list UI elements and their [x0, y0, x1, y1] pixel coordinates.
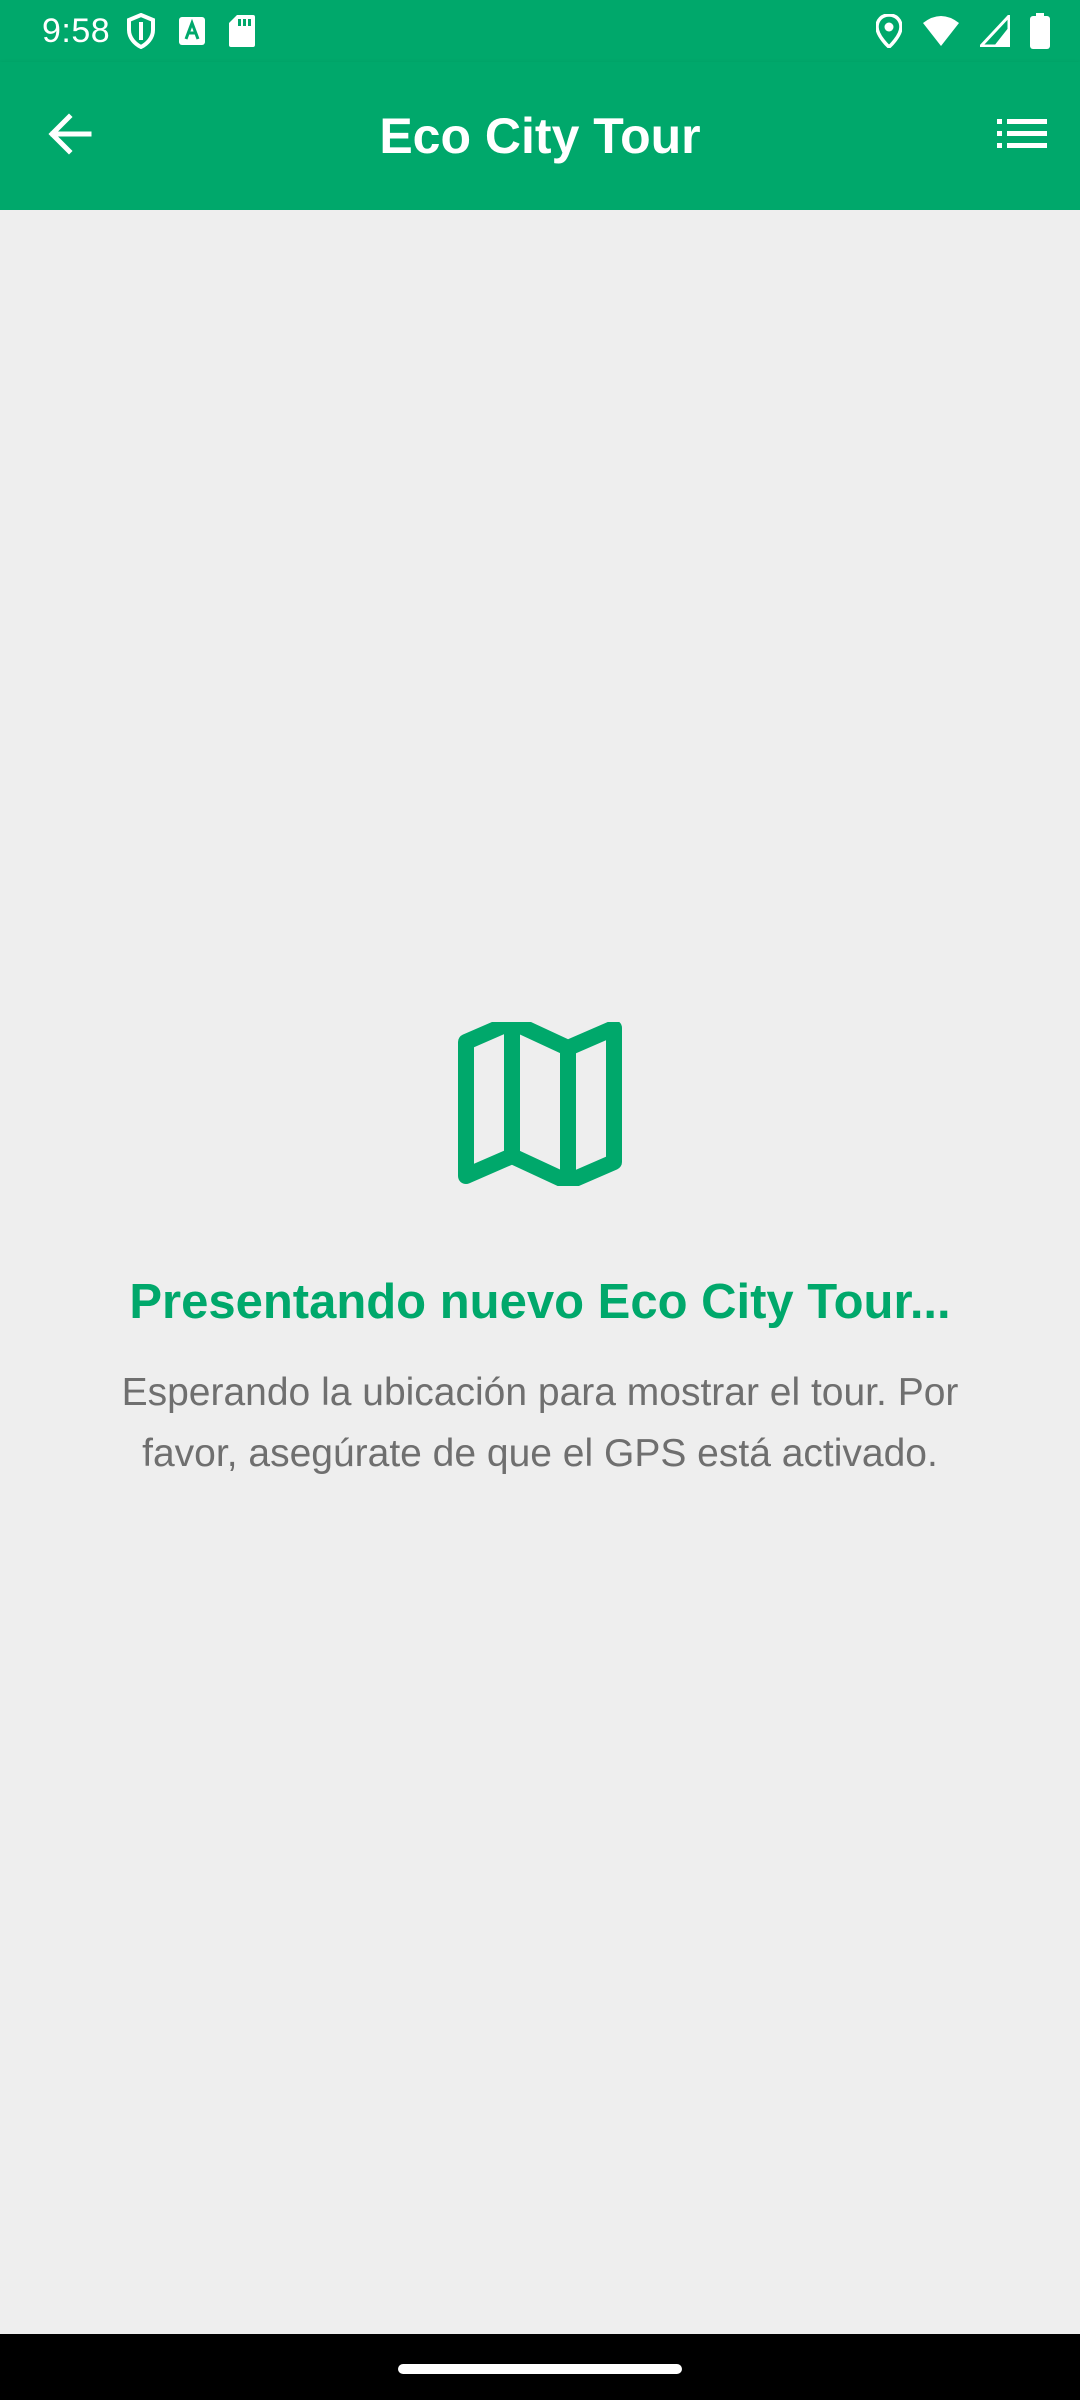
main-content: Presentando nuevo Eco City Tour... Esper… [0, 210, 1080, 2334]
text-a-icon [178, 16, 206, 46]
status-time: 9:58 [42, 12, 111, 50]
tour-list-button[interactable] [986, 100, 1058, 172]
app-bar: Eco City Tour [0, 62, 1080, 210]
home-indicator[interactable] [398, 2364, 682, 2374]
sd-card-icon [228, 14, 256, 48]
gps-wait-message: Esperando la ubicación para mostrar el t… [121, 1371, 959, 1475]
arrow-back-icon [47, 111, 93, 162]
navigation-bar [0, 2334, 1080, 2400]
map-icon [458, 1014, 622, 1190]
status-bar: 9:58 [0, 0, 1080, 62]
list-icon [997, 117, 1047, 156]
back-button[interactable] [34, 100, 106, 172]
battery-icon [1030, 13, 1050, 49]
status-system-icons [876, 12, 1050, 50]
wifi-icon [922, 15, 960, 47]
loading-heading: Presentando nuevo Eco City Tour... [129, 1275, 951, 1329]
shield-icon [126, 13, 156, 49]
signal-icon [980, 15, 1010, 47]
status-notification-icons [126, 12, 256, 50]
location-icon [876, 14, 902, 48]
page-title: Eco City Tour [379, 108, 701, 164]
